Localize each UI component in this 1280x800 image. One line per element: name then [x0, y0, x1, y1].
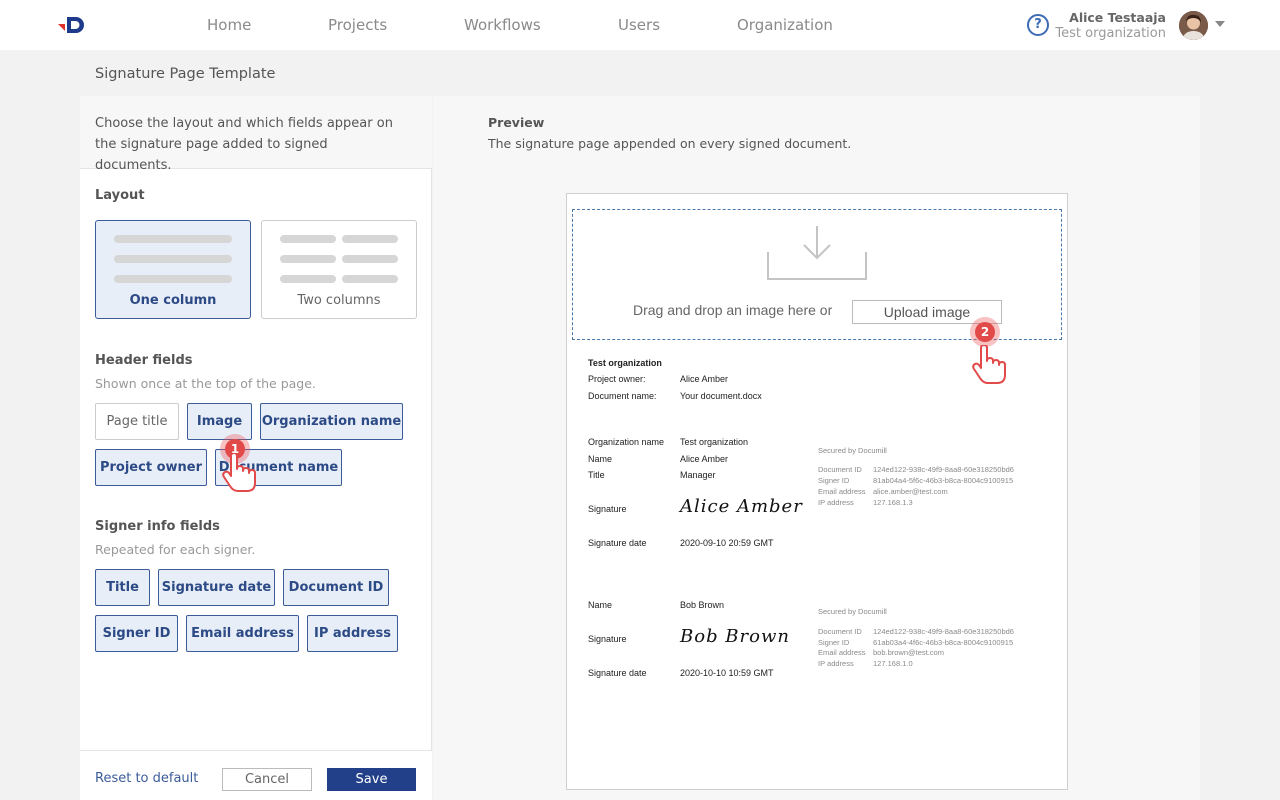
handwritten-signature: Bob Brown: [680, 626, 790, 647]
secured-by-text: Secured by Documill: [818, 446, 887, 455]
signer-field-label: Organization name: [588, 437, 665, 447]
meta-value: alice.amber@test.com: [873, 487, 948, 496]
layout-bar: [114, 235, 232, 243]
layout-option-label: Two columns: [297, 293, 381, 308]
signer-field-title[interactable]: Title: [95, 569, 150, 606]
nav-item-workflows[interactable]: Workflows: [464, 16, 541, 34]
step-number: 2: [975, 322, 995, 342]
intro-text: Choose the layout and which fields appea…: [95, 116, 393, 173]
meta-value: 127.168.1.0: [873, 659, 913, 668]
meta-value: 127.168.1.3: [873, 498, 913, 507]
header-org-name: Test organization: [588, 358, 662, 368]
signer-field-document-id[interactable]: Document ID: [283, 569, 389, 606]
cancel-button[interactable]: Cancel: [222, 768, 312, 791]
step-marker: 2: [970, 317, 1000, 347]
signature-date-label: Signature date: [588, 668, 647, 678]
header-doc-label: Document name:: [588, 391, 657, 401]
layout-bar: [114, 275, 232, 283]
layout-bar: [280, 255, 336, 263]
top-navigation-bar: Home Projects Workflows Users Organizati…: [0, 0, 1280, 50]
meta-label: Email address: [818, 648, 866, 657]
signature-date-value: 2020-10-10 10:59 GMT: [680, 668, 774, 678]
brand-logo-icon[interactable]: [56, 12, 90, 38]
meta-value: 81ab04a4-5f6c-46b3-b8ca-8004c9100915: [873, 476, 1014, 485]
signer-field-label: Title: [588, 470, 605, 480]
hand-pointer-icon: [222, 453, 256, 492]
meta-value: 124ed122-938c-49f9-8aa8-60e318250bd6: [873, 465, 1014, 474]
header-doc-value: Your document.docx: [680, 391, 762, 401]
signer-field-value: Bob Brown: [680, 600, 725, 610]
header-owner-value: Alice Amber: [680, 374, 729, 384]
save-button[interactable]: Save: [327, 768, 416, 791]
header-field-project-owner[interactable]: Project owner: [95, 449, 207, 486]
layout-bar: [280, 275, 336, 283]
meta-label: IP address: [818, 498, 854, 507]
settings-panel: Choose the layout and which fields appea…: [80, 96, 432, 800]
header-fields-title: Header fields: [95, 353, 193, 368]
layout-section-title: Layout: [95, 188, 145, 203]
header-field-image[interactable]: Image: [187, 403, 252, 440]
reset-to-default-link[interactable]: Reset to default: [95, 771, 198, 786]
signature-page-preview: Drag and drop an image here or Upload im…: [566, 193, 1068, 790]
settings-intro: Choose the layout and which fields appea…: [80, 96, 432, 173]
layout-bar: [114, 255, 232, 263]
user-name[interactable]: Alice Testaaja: [1069, 10, 1166, 25]
secured-by-text: Secured by Documill: [818, 607, 887, 616]
page-title: Signature Page Template: [95, 66, 276, 82]
help-icon[interactable]: ?: [1027, 14, 1049, 36]
layout-option-label: One column: [129, 293, 217, 308]
signer-field-ip-address[interactable]: IP address: [307, 615, 398, 652]
drop-instruction: Drag and drop an image here or: [633, 302, 833, 318]
header-fields-subtitle: Shown once at the top of the page.: [95, 376, 316, 391]
meta-label: Email address: [818, 487, 866, 496]
meta-value: 124ed122-938c-49f9-8aa8-60e318250bd6: [873, 627, 1014, 636]
signature-date-value: 2020-09-10 20:59 GMT: [680, 538, 774, 548]
signer-field-email-address[interactable]: Email address: [186, 615, 299, 652]
meta-label: Signer ID: [818, 638, 850, 647]
nav-item-users[interactable]: Users: [618, 16, 660, 34]
preview-title: Preview: [488, 115, 545, 130]
signer-field-signature-date[interactable]: Signature date: [158, 569, 275, 606]
nav-item-projects[interactable]: Projects: [328, 16, 387, 34]
signature-label: Signature: [588, 504, 627, 514]
signer-field-value: Manager: [680, 470, 716, 480]
signer-fields-title: Signer info fields: [95, 519, 220, 534]
meta-label: Document ID: [818, 627, 862, 636]
layout-option-two-columns[interactable]: Two columns: [261, 220, 417, 319]
preview-subtitle: The signature page appended on every sig…: [488, 136, 852, 151]
preview-panel: Preview The signature page appended on e…: [433, 96, 1200, 800]
signer-fields-subtitle: Repeated for each signer.: [95, 542, 256, 557]
layout-bar: [342, 255, 398, 263]
layout-option-one-column[interactable]: One column: [95, 220, 251, 319]
signer-field-label: Name: [588, 600, 613, 610]
nav-item-home[interactable]: Home: [207, 16, 251, 34]
signer-field-value: Test organization: [680, 437, 749, 447]
header-field-organization-name[interactable]: Organization name: [260, 403, 403, 440]
settings-footer: Reset to default Cancel Save: [80, 750, 432, 800]
caret-down-icon[interactable]: [1215, 21, 1225, 27]
layout-bar: [342, 235, 398, 243]
header-field-page-title[interactable]: Page title: [95, 403, 179, 440]
user-avatar[interactable]: [1179, 11, 1208, 40]
header-owner-label: Project owner:: [588, 374, 646, 384]
meta-label: IP address: [818, 659, 854, 668]
user-organization: Test organization: [1055, 26, 1166, 41]
signer-field-value: Alice Amber: [680, 454, 729, 464]
signer-field-signer-id[interactable]: Signer ID: [95, 615, 178, 652]
avatar-portrait-icon: [1179, 11, 1208, 40]
handwritten-signature: Alice Amber: [680, 496, 803, 517]
signer-field-label: Name: [588, 454, 613, 464]
meta-value: bob.brown@test.com: [873, 648, 944, 657]
layout-bar: [280, 235, 336, 243]
signature-date-label: Signature date: [588, 538, 647, 548]
signature-label: Signature: [588, 634, 627, 644]
layout-bar: [342, 275, 398, 283]
meta-value: 61ab03a4-4f6c-46b3-b8ca-8004c9100915: [873, 638, 1014, 647]
meta-label: Document ID: [818, 465, 862, 474]
hand-pointer-icon: [972, 345, 1006, 384]
nav-item-organization[interactable]: Organization: [737, 16, 833, 34]
meta-label: Signer ID: [818, 476, 850, 485]
tray-download-icon: [767, 226, 867, 280]
